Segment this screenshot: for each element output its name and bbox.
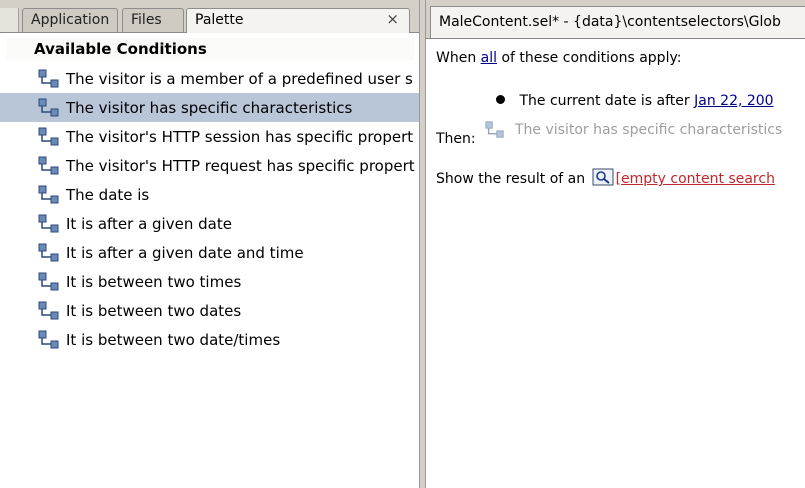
condition-item[interactable]: The visitor's HTTP session has specific … bbox=[0, 122, 419, 151]
user-condition-icon bbox=[38, 156, 59, 174]
condition-item-label: It is between two date/times bbox=[66, 330, 281, 349]
tab-files[interactable]: Files bbox=[122, 8, 184, 32]
drag-feedback: The visitor has specific characteristics bbox=[483, 120, 782, 140]
condition-item-label: The visitor has specific characteristics bbox=[66, 98, 353, 117]
user-condition-icon bbox=[38, 330, 59, 348]
user-condition-icon bbox=[38, 69, 59, 87]
user-condition-icon bbox=[38, 98, 59, 116]
condition-item[interactable]: The visitor has specific characteristics bbox=[0, 93, 419, 122]
rule-editor: MaleContent.sel* - {data}\contentselecto… bbox=[425, 0, 805, 488]
condition-item-label: It is after a given date and time bbox=[66, 243, 304, 262]
all-conditions-link[interactable]: all bbox=[481, 50, 497, 66]
when-clause: When all of these conditions apply: bbox=[436, 50, 681, 66]
user-condition-icon bbox=[38, 301, 59, 319]
condition-item-label: It is between two dates bbox=[66, 301, 242, 320]
when-prefix: When bbox=[436, 50, 477, 66]
tab-scroll-area bbox=[0, 8, 19, 32]
condition-item[interactable]: It is after a given date and time bbox=[0, 238, 419, 267]
user-condition-icon bbox=[38, 272, 59, 290]
drag-feedback-label: The visitor has specific characteristics bbox=[515, 122, 783, 138]
condition-text: The current date is after bbox=[519, 93, 690, 109]
tab-palette[interactable]: Palette × bbox=[186, 8, 410, 33]
available-conditions-header: Available Conditions bbox=[6, 38, 414, 60]
content-search-icon[interactable] bbox=[592, 168, 614, 186]
user-condition-icon bbox=[38, 185, 59, 203]
condition-item[interactable]: It is after a given date bbox=[0, 209, 419, 238]
empty-content-search-link[interactable]: [empty content search bbox=[616, 171, 775, 187]
condition-date-link[interactable]: Jan 22, 200 bbox=[694, 93, 773, 109]
editor-tabbar: MaleContent.sel* - {data}\contentselecto… bbox=[426, 0, 805, 39]
bullet-icon bbox=[496, 95, 505, 104]
user-condition-icon bbox=[38, 243, 59, 261]
user-condition-icon bbox=[485, 121, 504, 138]
editor-tab-malecontent[interactable]: MaleContent.sel* - {data}\contentselecto… bbox=[430, 6, 805, 38]
condition-item[interactable]: The date is bbox=[0, 180, 419, 209]
user-condition-icon bbox=[38, 127, 59, 145]
condition-item[interactable]: It is between two date/times bbox=[0, 325, 419, 354]
then-label: Then: bbox=[436, 131, 476, 147]
condition-item-label: It is after a given date bbox=[66, 214, 232, 233]
palette-tabbar: Application Files Palette × bbox=[0, 0, 419, 33]
condition-item[interactable]: The visitor is a member of a predefined … bbox=[0, 64, 419, 93]
tab-application[interactable]: Application bbox=[22, 8, 118, 32]
action-row: Show the result of an [empty content sea… bbox=[436, 168, 775, 187]
condition-item-label: It is between two times bbox=[66, 272, 242, 291]
close-icon[interactable]: × bbox=[386, 8, 399, 30]
palette-view: Application Files Palette × Available Co… bbox=[0, 0, 420, 488]
condition-item[interactable]: The visitor's HTTP request has specific … bbox=[0, 151, 419, 180]
when-suffix: of these conditions apply: bbox=[501, 50, 682, 66]
tab-palette-label: Palette bbox=[195, 12, 244, 28]
conditions-list: The visitor is a member of a predefined … bbox=[0, 64, 419, 354]
condition-item[interactable]: It is between two times bbox=[0, 267, 419, 296]
condition-item-label: The date is bbox=[66, 185, 150, 204]
condition-item-label: The visitor's HTTP request has specific … bbox=[66, 156, 415, 175]
condition-item[interactable]: It is between two dates bbox=[0, 296, 419, 325]
action-prefix: Show the result of an bbox=[436, 171, 586, 187]
condition-item-label: The visitor is a member of a predefined … bbox=[66, 69, 413, 88]
condition-row: The current date is after Jan 22, 200 bbox=[496, 93, 774, 109]
condition-item-label: The visitor's HTTP session has specific … bbox=[66, 127, 414, 146]
user-condition-icon bbox=[38, 214, 59, 232]
